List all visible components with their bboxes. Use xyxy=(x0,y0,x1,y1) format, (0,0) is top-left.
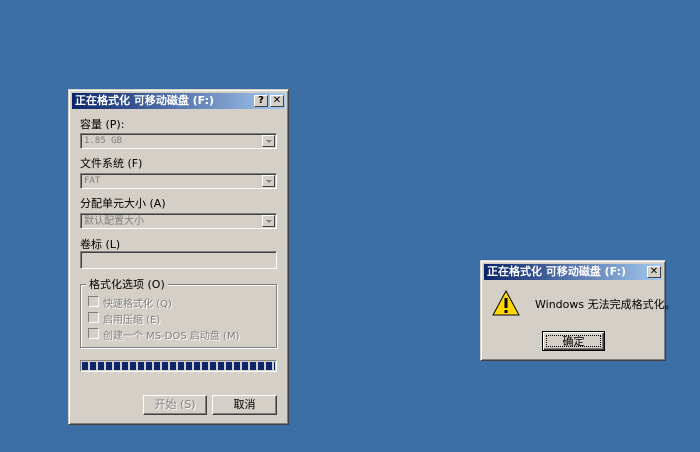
filesystem-value: FAT xyxy=(84,176,101,186)
format-progress-bar xyxy=(80,360,277,372)
message-box-title: 正在格式化 可移动磁盘 (F:) xyxy=(487,265,627,278)
capacity-label: 容量 (P): xyxy=(80,118,125,131)
desktop: { "format_dialog": { "title": "正在格式化 可移动… xyxy=(0,0,700,452)
ok-button[interactable]: 确定 xyxy=(542,331,605,351)
enable-compression-label: 启用压缩 (E) xyxy=(103,315,161,326)
cancel-button[interactable]: 取消 xyxy=(212,395,277,415)
allocation-select[interactable]: 默认配置大小 xyxy=(80,213,277,229)
filesystem-label: 文件系统 (F) xyxy=(80,157,143,170)
format-dialog-title: 正在格式化 可移动磁盘 (F:) xyxy=(75,94,215,107)
error-message-text: Windows 无法完成格式化。 xyxy=(535,298,676,311)
format-dialog: 正在格式化 可移动磁盘 (F:) ? ✕ 容量 (P): 1.85 GB 文件系… xyxy=(68,89,289,425)
close-button[interactable]: ✕ xyxy=(270,95,284,107)
format-progress-fill xyxy=(82,362,275,370)
warning-icon xyxy=(492,290,520,316)
start-button[interactable]: 开始 (S) xyxy=(143,395,207,415)
error-message-box: 正在格式化 可移动磁盘 (F:) ✕ Windows 无法完成格式化。 确定 xyxy=(480,260,676,361)
ms-dos-startup-checkbox[interactable] xyxy=(88,328,99,339)
capacity-value: 1.85 GB xyxy=(84,136,122,146)
allocation-value: 默认配置大小 xyxy=(84,216,144,227)
ok-button-label: 确定 xyxy=(546,335,601,347)
format-options-title: 格式化选项 (O) xyxy=(86,276,168,292)
chevron-down-icon xyxy=(262,135,275,147)
format-dialog-titlebar[interactable]: 正在格式化 可移动磁盘 (F:) ? ✕ xyxy=(72,93,285,109)
quick-format-checkbox[interactable] xyxy=(88,296,99,307)
quick-format-label: 快速格式化 (Q) xyxy=(103,299,172,310)
message-box-titlebar[interactable]: 正在格式化 可移动磁盘 (F:) ✕ xyxy=(484,264,662,280)
chevron-down-icon xyxy=(262,215,275,227)
filesystem-select[interactable]: FAT xyxy=(80,173,277,189)
enable-compression-checkbox[interactable] xyxy=(88,312,99,323)
chevron-down-icon xyxy=(262,175,275,187)
close-button[interactable]: ✕ xyxy=(647,266,661,278)
help-button[interactable]: ? xyxy=(254,95,268,107)
capacity-select[interactable]: 1.85 GB xyxy=(80,133,277,149)
volume-input[interactable] xyxy=(80,251,277,269)
volume-label: 卷标 (L) xyxy=(80,238,121,251)
ms-dos-startup-label: 创建一个 MS-DOS 启动盘 (M) xyxy=(103,331,240,342)
allocation-label: 分配单元大小 (A) xyxy=(80,197,166,210)
